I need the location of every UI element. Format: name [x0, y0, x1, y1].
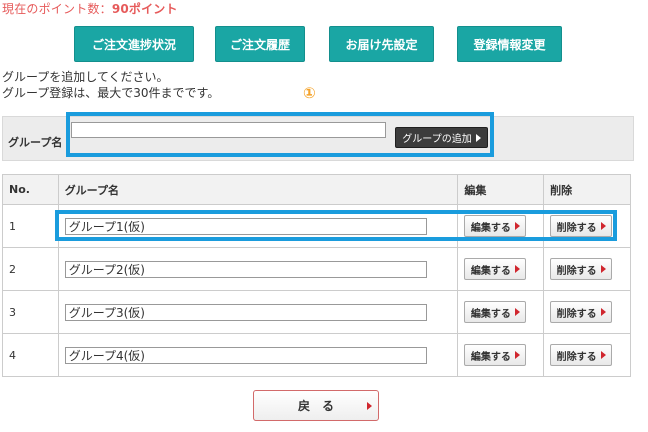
table-row: 4 グループ4(仮) 編集する 削除する	[2, 333, 631, 377]
row-no: 1	[2, 204, 59, 248]
row-delete-cell: 削除する	[543, 333, 631, 377]
order-history-label: ご注文履歴	[229, 37, 290, 52]
delete-button-label: 削除する	[556, 265, 597, 277]
row-delete-cell: 削除する	[543, 290, 631, 334]
order-status-button[interactable]: ご注文進捗状況	[74, 26, 194, 62]
arrow-right-icon	[514, 351, 520, 359]
header-delete: 削除	[543, 174, 631, 205]
delete-button-label: 削除する	[556, 308, 597, 320]
edit-button-label: 編集する	[470, 265, 511, 277]
row-edit-cell: 編集する	[457, 247, 545, 291]
delete-button[interactable]: 削除する	[550, 344, 613, 366]
group-table: No. グループ名 編集 削除 1 グループ1(仮) 編集する 削除する 2 グ…	[2, 174, 631, 377]
intro-line-2: グループ登録は、最大で30件までです。	[2, 86, 220, 100]
order-history-button[interactable]: ご注文履歴	[215, 26, 305, 62]
points-display: 現在のポイント数：90ポイント	[2, 0, 178, 17]
account-edit-button[interactable]: 登録情報変更	[457, 26, 562, 62]
delete-button[interactable]: 削除する	[550, 258, 613, 280]
highlight-box-2	[55, 210, 617, 241]
row-name-cell: グループ3(仮)	[57, 290, 459, 334]
edit-button[interactable]: 編集する	[464, 258, 527, 280]
annotation-marker-1: ①	[303, 84, 316, 102]
group-name-field[interactable]: グループ3(仮)	[64, 303, 427, 321]
arrow-right-icon	[600, 351, 606, 359]
table-row: 3 グループ3(仮) 編集する 削除する	[2, 290, 631, 334]
table-row: 2 グループ2(仮) 編集する 削除する	[2, 247, 631, 291]
highlight-box-1	[66, 112, 494, 157]
delivery-settings-label: お届け先設定	[345, 37, 418, 52]
edit-button-label: 編集する	[470, 308, 511, 320]
account-edit-label: 登録情報変更	[473, 37, 546, 52]
order-status-label: ご注文進捗状況	[91, 37, 176, 52]
row-no: 4	[2, 333, 59, 377]
row-delete-cell: 削除する	[543, 247, 631, 291]
header-edit: 編集	[457, 174, 545, 205]
row-no: 3	[2, 290, 59, 334]
arrow-right-icon	[600, 265, 606, 273]
edit-button[interactable]: 編集する	[464, 301, 527, 323]
points-value: 90ポイント	[111, 2, 178, 16]
delete-button-label: 削除する	[556, 351, 597, 363]
header-no: No.	[2, 174, 59, 205]
back-button[interactable]: 戻 る	[253, 390, 379, 421]
table-header-row: No. グループ名 編集 削除	[2, 174, 631, 205]
row-name-cell: グループ4(仮)	[57, 333, 459, 377]
edit-button-label: 編集する	[470, 351, 511, 363]
row-no: 2	[2, 247, 59, 291]
group-name-field[interactable]: グループ2(仮)	[64, 260, 427, 278]
delete-button[interactable]: 削除する	[550, 301, 613, 323]
row-edit-cell: 編集する	[457, 333, 545, 377]
row-edit-cell: 編集する	[457, 290, 545, 334]
edit-button[interactable]: 編集する	[464, 344, 527, 366]
arrow-right-icon	[514, 265, 520, 273]
back-button-label: 戻 る	[297, 399, 334, 413]
arrow-right-icon	[600, 308, 606, 316]
delivery-settings-button[interactable]: お届け先設定	[329, 26, 434, 62]
intro-line-1: グループを追加してください。	[2, 70, 169, 84]
arrow-right-icon	[514, 308, 520, 316]
arrow-right-icon	[367, 402, 372, 410]
group-name-field[interactable]: グループ4(仮)	[64, 346, 427, 364]
points-label: 現在のポイント数：	[2, 2, 112, 16]
row-name-cell: グループ2(仮)	[57, 247, 459, 291]
group-name-label: グループ名	[8, 136, 63, 149]
header-group-name: グループ名	[57, 174, 459, 205]
